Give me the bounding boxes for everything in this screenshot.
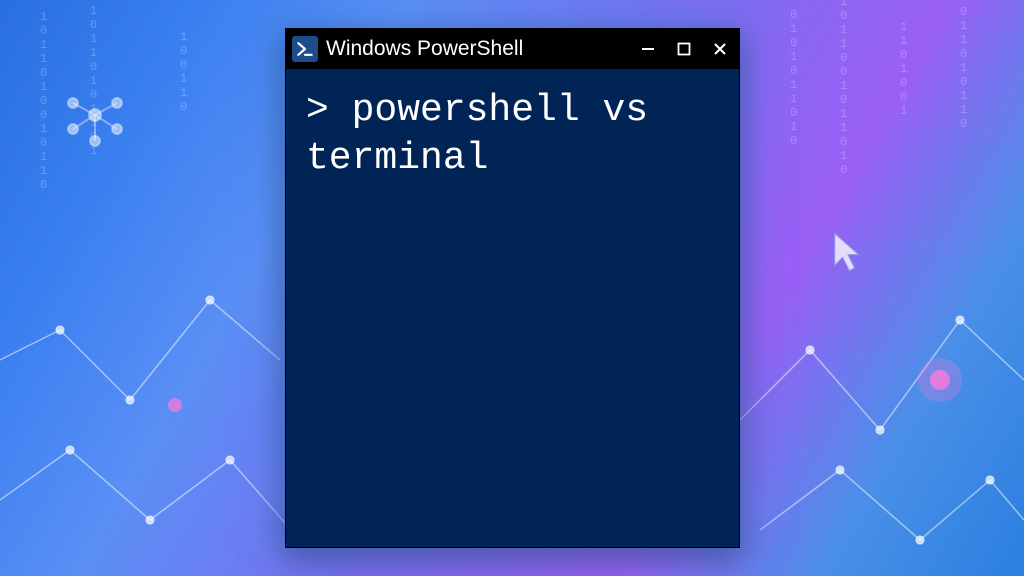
close-icon	[712, 41, 728, 57]
bg-binary-col: 1 0 1 1 0 1 0 0 1 0 1 1 0	[40, 10, 49, 192]
bg-cursor-icon	[832, 230, 864, 274]
close-button[interactable]	[709, 38, 731, 60]
powershell-icon	[292, 36, 318, 62]
terminal-line: > powershell vs terminal	[306, 87, 719, 182]
bg-binary-col: 0 1 1 0 1 0 1 1 0	[960, 5, 969, 131]
bg-binary-col: 0 1 0 1 1 0 1 0 1 1 0 1	[90, 0, 99, 158]
bg-binary-col: 0 1 0 1 0 1 1 0 1 0	[790, 8, 799, 148]
window-title: Windows PowerShell	[326, 37, 629, 61]
terminal-body[interactable]: > powershell vs terminal	[286, 69, 739, 547]
bg-binary-col: 1 0 0 1 1 0	[180, 30, 189, 114]
bg-binary-col: 1 0 1 1 0 0 1 0 1 1 0 1 0	[840, 0, 849, 177]
powershell-window: Windows PowerShell > powershell vs termi	[285, 28, 740, 548]
minimize-icon	[640, 41, 656, 57]
maximize-icon	[676, 41, 692, 57]
minimize-button[interactable]	[637, 38, 659, 60]
maximize-button[interactable]	[673, 38, 695, 60]
bg-binary-col: 1 1 0 1 0 0 1	[900, 20, 909, 118]
titlebar[interactable]: Windows PowerShell	[286, 29, 739, 69]
window-controls	[637, 38, 731, 60]
